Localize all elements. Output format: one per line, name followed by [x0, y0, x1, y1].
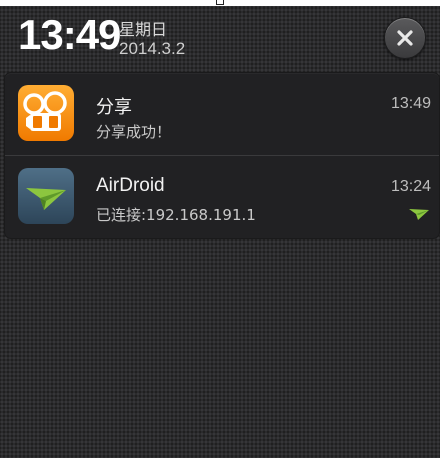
- close-button[interactable]: [384, 17, 426, 59]
- top-edge: [0, 0, 440, 6]
- status-time: 13:49: [18, 11, 121, 58]
- close-icon: [397, 30, 413, 46]
- notification-time: 13:49: [390, 95, 431, 112]
- notification-app-name: AirDroid: [96, 175, 165, 196]
- top-edge-nub: [216, 0, 224, 5]
- notification-panel: 分享 分享成功！ 13:49 AirDroid 已连接:192.168.191.…: [5, 73, 439, 238]
- status-weekday: 星期日: [119, 20, 168, 39]
- status-date: 2014.3.2: [119, 39, 186, 58]
- notification-time: 13:24: [390, 178, 431, 195]
- notification-app-name: 分享: [96, 97, 132, 118]
- airdroid-status-icon: [409, 209, 429, 220]
- airdroid-paper-plane-icon: [26, 188, 66, 210]
- notification-item-airdroid[interactable]: AirDroid 已连接:192.168.191.1 13:24: [5, 156, 439, 238]
- notification-item-share[interactable]: 分享 分享成功！ 13:49: [5, 73, 439, 155]
- notification-message: 已连接:192.168.191.1: [96, 206, 256, 224]
- share-app-icon: [18, 85, 74, 141]
- notification-message: 分享成功！: [96, 123, 172, 141]
- airdroid-app-icon: [18, 168, 74, 224]
